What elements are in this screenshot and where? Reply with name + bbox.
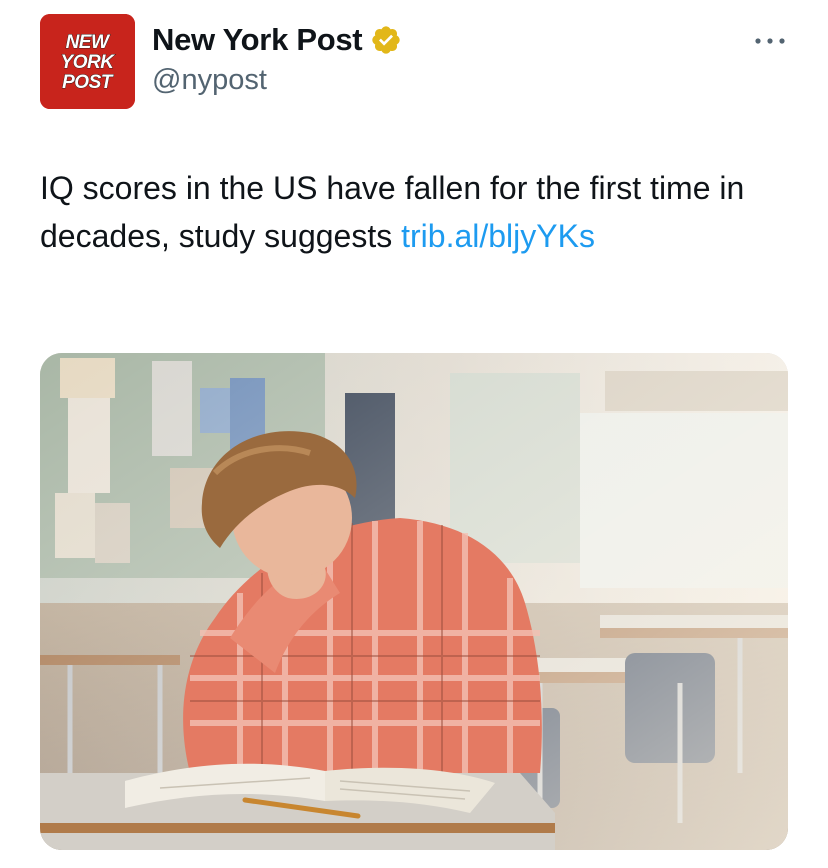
more-options-icon	[755, 38, 785, 44]
handle[interactable]: @nypost	[152, 64, 267, 97]
avatar[interactable]: NEW YORK POST	[40, 14, 135, 109]
verified-badge-icon[interactable]	[370, 24, 402, 56]
svg-text:NEW: NEW	[66, 32, 111, 53]
more-options-button[interactable]	[750, 26, 790, 56]
display-name[interactable]: New York Post	[152, 22, 363, 58]
tweet[interactable]: NEW YORK POST New York Post @nypost IQ s…	[0, 0, 828, 868]
classroom-photo	[40, 353, 788, 850]
tweet-photo[interactable]	[40, 353, 788, 850]
tweet-body: IQ scores in the US have fallen for the …	[40, 170, 745, 254]
new-york-post-logo: NEW YORK POST	[40, 14, 135, 109]
tweet-link[interactable]: trib.al/bljyYKs	[401, 218, 595, 254]
tweet-text: IQ scores in the US have fallen for the …	[40, 164, 780, 260]
author-name-row: New York Post	[152, 22, 402, 58]
svg-text:POST: POST	[62, 72, 114, 93]
svg-text:YORK: YORK	[61, 52, 116, 73]
